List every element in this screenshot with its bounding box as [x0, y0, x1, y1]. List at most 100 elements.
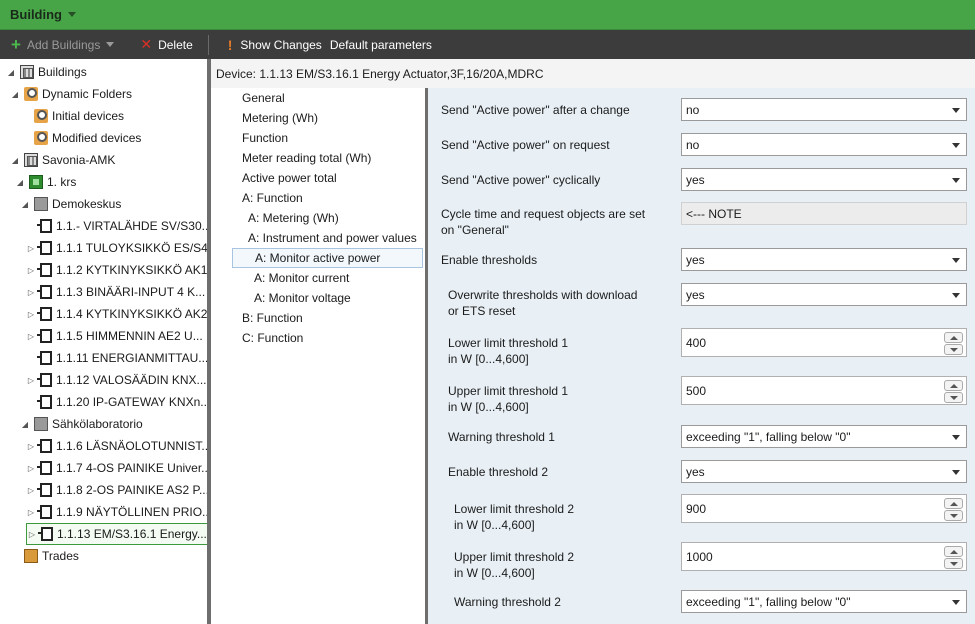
expand-icon[interactable]: ▷ — [26, 310, 36, 319]
warning-threshold-2-select[interactable]: exceeding "1", falling below "0" — [681, 590, 967, 613]
increment-icon[interactable] — [944, 546, 963, 557]
nav-item-general[interactable]: General — [242, 88, 285, 108]
device-icon — [37, 461, 52, 475]
enable-thresholds-select[interactable]: yes — [681, 248, 967, 271]
collapse-icon[interactable]: ◢ — [20, 420, 30, 429]
tree-item-savonia-amk[interactable]: ◢ Savonia-AMK — [10, 149, 115, 171]
send-after-change-select[interactable]: no — [681, 98, 967, 121]
title-bar: Building — [0, 0, 975, 30]
upper-limit-threshold-1-input[interactable]: 500 — [681, 376, 967, 405]
nav-item-c-function[interactable]: C: Function — [242, 328, 303, 348]
nav-item-a-monitor-current[interactable]: A: Monitor current — [254, 268, 349, 288]
expand-icon[interactable]: ▷ — [26, 442, 36, 451]
tree-item-buildings[interactable]: ◢ Buildings — [6, 61, 87, 83]
add-buildings-label: Add Buildings — [26, 37, 101, 52]
upper-limit-threshold-2-input[interactable]: 1000 — [681, 542, 967, 571]
tree-item-device[interactable]: ▷ 1.1.6 LÄSNÄOLOTUNNIST... — [26, 435, 207, 457]
nav-item-b-function[interactable]: B: Function — [242, 308, 303, 328]
expand-icon[interactable]: ▷ — [26, 332, 36, 341]
building-icon — [20, 65, 34, 79]
lower-limit-threshold-1-input[interactable]: 400 — [681, 328, 967, 357]
tree-item-device[interactable]: 1.1.- VIRTALÄHDE SV/S30... — [26, 215, 207, 237]
send-on-request-select[interactable]: no — [681, 133, 967, 156]
default-parameters-button[interactable]: Default parameters — [327, 30, 437, 59]
expand-icon[interactable]: ▷ — [26, 244, 36, 253]
tree-item-device[interactable]: ▷ 1.1.7 4-OS PAINIKE Univer... — [26, 457, 207, 479]
nav-item-metering[interactable]: Metering (Wh) — [242, 108, 318, 128]
tree-item-trades[interactable]: Trades — [10, 545, 79, 567]
tree-item-device[interactable]: 1.1.20 IP-GATEWAY KNXn... — [26, 391, 207, 413]
tree-item-device[interactable]: ▷ 1.1.3 BINÄÄRI-INPUT 4 K... — [26, 281, 205, 303]
increment-icon[interactable] — [944, 498, 963, 509]
nav-item-a-function[interactable]: A: Function — [242, 188, 303, 208]
tree-item-initial-devices[interactable]: Initial devices — [20, 105, 124, 127]
chevron-down-icon — [952, 600, 960, 605]
collapse-icon[interactable]: ◢ — [15, 178, 25, 187]
tree-item-device[interactable]: ▷ 1.1.5 HIMMENNIN AE2 U... — [26, 325, 203, 347]
param-label: Warning threshold 1 — [448, 430, 555, 444]
decrement-icon[interactable] — [944, 344, 963, 355]
param-label: Enable threshold 2 — [448, 465, 549, 479]
parameters-panel: Send "Active power" after a change no Se… — [428, 88, 975, 624]
add-buildings-button[interactable]: + Add Buildings — [0, 30, 129, 59]
tree-item-label: Demokeskus — [52, 197, 122, 211]
tree-item-device[interactable]: ▷ 1.1.1 TULOYKSIKKÖ ES/S4... — [26, 237, 207, 259]
nav-item-function[interactable]: Function — [242, 128, 288, 148]
tree-item-device[interactable]: ▷ 1.1.4 KYTKINYKSIKKÖ AK2... — [26, 303, 207, 325]
nav-item-a-instrument-values[interactable]: A: Instrument and power values — [248, 228, 417, 248]
toolbar: + Add Buildings ✕ Delete ! Show Changes … — [0, 30, 975, 59]
overwrite-thresholds-select[interactable]: yes — [681, 283, 967, 306]
param-label: Lower limit threshold 1 in W [0...4,600] — [448, 336, 569, 366]
tree-item-demokeskus[interactable]: ◢ Demokeskus — [20, 193, 121, 215]
delete-button[interactable]: ✕ Delete — [129, 30, 197, 59]
enable-threshold-2-select[interactable]: yes — [681, 460, 967, 483]
warning-threshold-1-select[interactable]: exceeding "1", falling below "0" — [681, 425, 967, 448]
lower-limit-threshold-2-input[interactable]: 900 — [681, 494, 967, 523]
param-label: Send "Active power" on request — [441, 138, 610, 152]
expand-icon[interactable]: ▷ — [26, 376, 36, 385]
tree-item-device[interactable]: ▷ 1.1.2 KYTKINYKSIKKÖ AK1... — [26, 259, 207, 281]
window-title[interactable]: Building — [10, 7, 62, 22]
tree-item-label: Modified devices — [52, 131, 142, 145]
tree-item-device[interactable]: ▷ 1.1.9 NÄYTÖLLINEN PRIO... — [26, 501, 207, 523]
expand-icon[interactable]: ▷ — [27, 530, 37, 539]
collapse-icon[interactable]: ◢ — [6, 68, 16, 77]
tree-item-sahkolaboratorio[interactable]: ◢ Sähkölaboratorio — [20, 413, 143, 435]
tree-item-device-selected[interactable]: ▷ 1.1.13 EM/S3.16.1 Energy... — [26, 523, 207, 545]
chevron-down-icon[interactable] — [106, 42, 115, 47]
tree-item-device[interactable]: ▷ 1.1.12 VALOSÄÄDIN KNX... — [26, 369, 207, 391]
decrement-icon[interactable] — [944, 558, 963, 569]
nav-item-active-power-total[interactable]: Active power total — [242, 168, 337, 188]
nav-item-a-metering[interactable]: A: Metering (Wh) — [248, 208, 339, 228]
param-label: Cycle time and request objects are set o… — [441, 207, 646, 237]
nav-item-a-monitor-voltage[interactable]: A: Monitor voltage — [254, 288, 351, 308]
param-label: Lower limit threshold 2 in W [0...4,600] — [454, 502, 575, 532]
nav-item-meter-reading-total[interactable]: Meter reading total (Wh) — [242, 148, 371, 168]
expand-icon[interactable]: ▷ — [26, 508, 36, 517]
decrement-icon[interactable] — [944, 510, 963, 521]
tree-item-1-krs[interactable]: ◢ 1. krs — [15, 171, 76, 193]
chevron-down-icon — [952, 143, 960, 148]
collapse-icon[interactable]: ◢ — [10, 156, 20, 165]
show-changes-button[interactable]: ! Show Changes — [213, 30, 327, 59]
decrement-icon[interactable] — [944, 392, 963, 403]
folder-icon — [34, 109, 48, 123]
building-tree: ◢ Buildings ◢ Dynamic Folders Initial de… — [0, 59, 207, 624]
send-cyclically-select[interactable]: yes — [681, 168, 967, 191]
tree-item-dynamic-folders[interactable]: ◢ Dynamic Folders — [10, 83, 132, 105]
expand-icon[interactable]: ▷ — [26, 486, 36, 495]
tree-item-device[interactable]: ▷ 1.1.8 2-OS PAINIKE AS2 P... — [26, 479, 207, 501]
expand-icon[interactable]: ▷ — [26, 266, 36, 275]
trades-icon — [24, 549, 38, 563]
tree-item-device[interactable]: 1.1.11 ENERGIANMITTAU... — [26, 347, 207, 369]
expand-icon[interactable]: ▷ — [26, 288, 36, 297]
expand-icon[interactable]: ▷ — [26, 464, 36, 473]
increment-icon[interactable] — [944, 332, 963, 343]
chevron-down-icon — [952, 435, 960, 440]
collapse-icon[interactable]: ◢ — [20, 200, 30, 209]
collapse-icon[interactable]: ◢ — [10, 90, 20, 99]
chevron-down-icon[interactable] — [68, 12, 76, 17]
nav-item-a-monitor-active-power[interactable]: A: Monitor active power — [232, 248, 423, 268]
tree-item-modified-devices[interactable]: Modified devices — [20, 127, 141, 149]
increment-icon[interactable] — [944, 380, 963, 391]
